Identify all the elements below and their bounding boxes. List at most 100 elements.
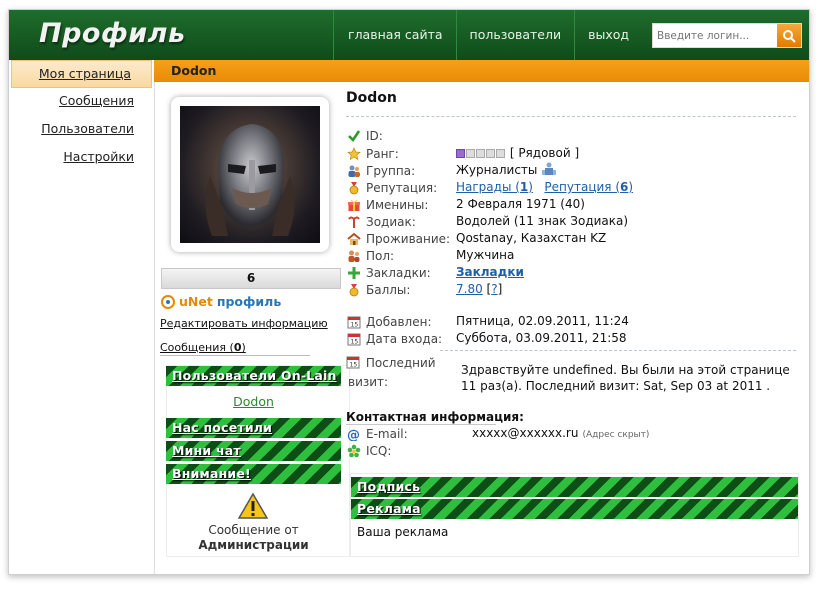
reputation-link[interactable]: Репутация (6) <box>544 180 633 194</box>
online-user-link[interactable]: Dodon <box>166 394 341 409</box>
row-added: 15 Добавлен: <box>346 313 461 330</box>
greeting-text: Здравствуйте undefined. Вы были на этой … <box>461 363 790 393</box>
zodiac-value: Водолей (11 знак Зодиака) <box>456 214 629 228</box>
nav-users[interactable]: пользователи <box>455 10 575 60</box>
at-icon: @ <box>346 426 362 442</box>
rank-box <box>456 149 465 158</box>
points-help-link[interactable]: ? <box>491 282 497 296</box>
zodiac-icon <box>346 214 362 230</box>
rank-box <box>476 149 485 158</box>
avatar[interactable] <box>180 106 320 243</box>
ads-text: Ваша реклама <box>357 525 449 539</box>
rank-text: [ Рядовой ] <box>509 146 580 160</box>
svg-text:15: 15 <box>350 362 358 369</box>
bookmarks-value: Закладки <box>456 264 524 281</box>
sidebar-item-my-page[interactable]: Моя страница <box>11 60 152 88</box>
block-minichat[interactable]: Мини чат <box>166 441 341 461</box>
unet-profile-word: профиль <box>216 294 282 309</box>
sidebar: Моя страница Сообщения Пользователи Наст… <box>9 60 154 180</box>
unet-profile-label: uNet профиль <box>161 294 281 309</box>
added-label: Добавлен: <box>366 314 432 329</box>
row-rank: Ранг: <box>346 145 461 162</box>
nav-logout[interactable]: выход <box>574 10 642 60</box>
block-signature-title: Подпись <box>357 479 421 494</box>
row-icq: ICQ: <box>346 442 461 459</box>
reputation-text: Репутация ( <box>544 180 621 194</box>
logo: Профиль <box>39 18 186 49</box>
sidebar-item-users[interactable]: Пользователи <box>9 116 154 144</box>
login-input[interactable] <box>653 24 777 47</box>
nav-home[interactable]: главная сайта <box>333 10 456 60</box>
svg-text:15: 15 <box>351 321 359 328</box>
block-signature[interactable]: Подпись <box>351 477 798 497</box>
gender-label: Пол: <box>366 248 395 263</box>
residence-value: Qostanay, Казахстан KZ <box>456 231 607 245</box>
added-value: Пятница, 02.09.2011, 11:24 <box>456 314 629 328</box>
unet-brand: uNet <box>179 294 213 309</box>
divider <box>346 116 796 117</box>
awards-link[interactable]: Награды (1) <box>456 180 533 194</box>
checkmark-icon <box>346 128 362 144</box>
row-login-date: 15 Дата входа: <box>346 330 461 347</box>
rank-box <box>466 149 475 158</box>
medal-icon <box>346 282 362 298</box>
awards-close: ) <box>528 180 533 194</box>
email-value: xxxxx@xxxxxx.ru (Адрес скрыт) <box>472 425 649 442</box>
bookmarks-link[interactable]: Закладки <box>456 265 524 279</box>
plus-icon <box>346 265 362 281</box>
block-attention[interactable]: Внимание! <box>166 464 341 484</box>
house-icon <box>346 231 362 247</box>
reputation-value: Награды (1) Репутация (6) <box>456 179 633 196</box>
rank-value: [ Рядовой ] <box>456 145 579 162</box>
block-online-title: Пользователи On-Lain <box>172 368 337 383</box>
edit-info-link[interactable]: Редактировать информацию <box>160 317 328 330</box>
svg-text:15: 15 <box>351 338 359 345</box>
group-value: Журналисты <box>456 162 557 179</box>
admin-message: Сообщение от Администрации <box>166 523 341 553</box>
icq-flower-icon <box>346 443 362 459</box>
row-zodiac: Зодиак: <box>346 213 461 230</box>
last-visit-label-2: визит: <box>348 375 389 389</box>
messages-link[interactable]: Сообщения (0) <box>160 341 310 356</box>
block-visited[interactable]: Нас посетили <box>166 418 341 438</box>
points-link[interactable]: 7.80 <box>456 282 483 296</box>
messages-label: Сообщения ( <box>160 341 234 354</box>
birthday-label: Именины: <box>366 197 429 212</box>
sidebar-item-messages[interactable]: Сообщения <box>9 88 154 116</box>
row-gender: Пол: <box>346 247 461 264</box>
row-points: Баллы: <box>346 281 461 298</box>
email-note: (Адрес скрыт) <box>582 430 650 440</box>
contact-heading: Контактная информация: <box>346 410 524 424</box>
group-name: Журналисты <box>456 163 538 177</box>
block-ads[interactable]: Реклама <box>351 499 798 519</box>
top-nav: главная сайта пользователи выход <box>333 10 642 60</box>
search-button[interactable] <box>777 24 801 47</box>
id-label: ID: <box>366 128 383 143</box>
reputation-close: ) <box>628 180 634 194</box>
row-residence: Проживание: <box>346 230 461 247</box>
rank-box <box>486 149 495 158</box>
last-visit-label: 15 Последний визит: <box>346 355 436 391</box>
row-email: @ E-mail: <box>346 425 461 442</box>
gender-value: Мужчина <box>456 248 515 262</box>
zodiac-label: Зодиак: <box>366 214 416 229</box>
rank-indicator <box>456 146 506 160</box>
block-ads-title: Реклама <box>357 501 421 516</box>
row-birthday: Именины: <box>346 196 461 213</box>
medal-icon <box>346 180 362 196</box>
row-reputation: Репутация: <box>346 179 461 196</box>
calendar-icon: 15 <box>346 331 362 347</box>
last-visit-label-1: Последний <box>365 356 436 370</box>
gender-icon <box>346 248 362 264</box>
calendar-icon: 15 <box>346 314 362 330</box>
divider <box>440 350 796 351</box>
star-icon <box>346 146 362 162</box>
warning-icon <box>237 492 269 519</box>
points-value: 7.80 [?] <box>456 282 503 296</box>
sidebar-item-settings[interactable]: Настройки <box>9 144 154 172</box>
rank-box <box>496 149 505 158</box>
icq-label: ICQ: <box>366 443 392 458</box>
rank-label: Ранг: <box>366 146 399 161</box>
block-online-users[interactable]: Пользователи On-Lain <box>166 366 341 386</box>
block-attention-title: Внимание! <box>172 466 251 481</box>
